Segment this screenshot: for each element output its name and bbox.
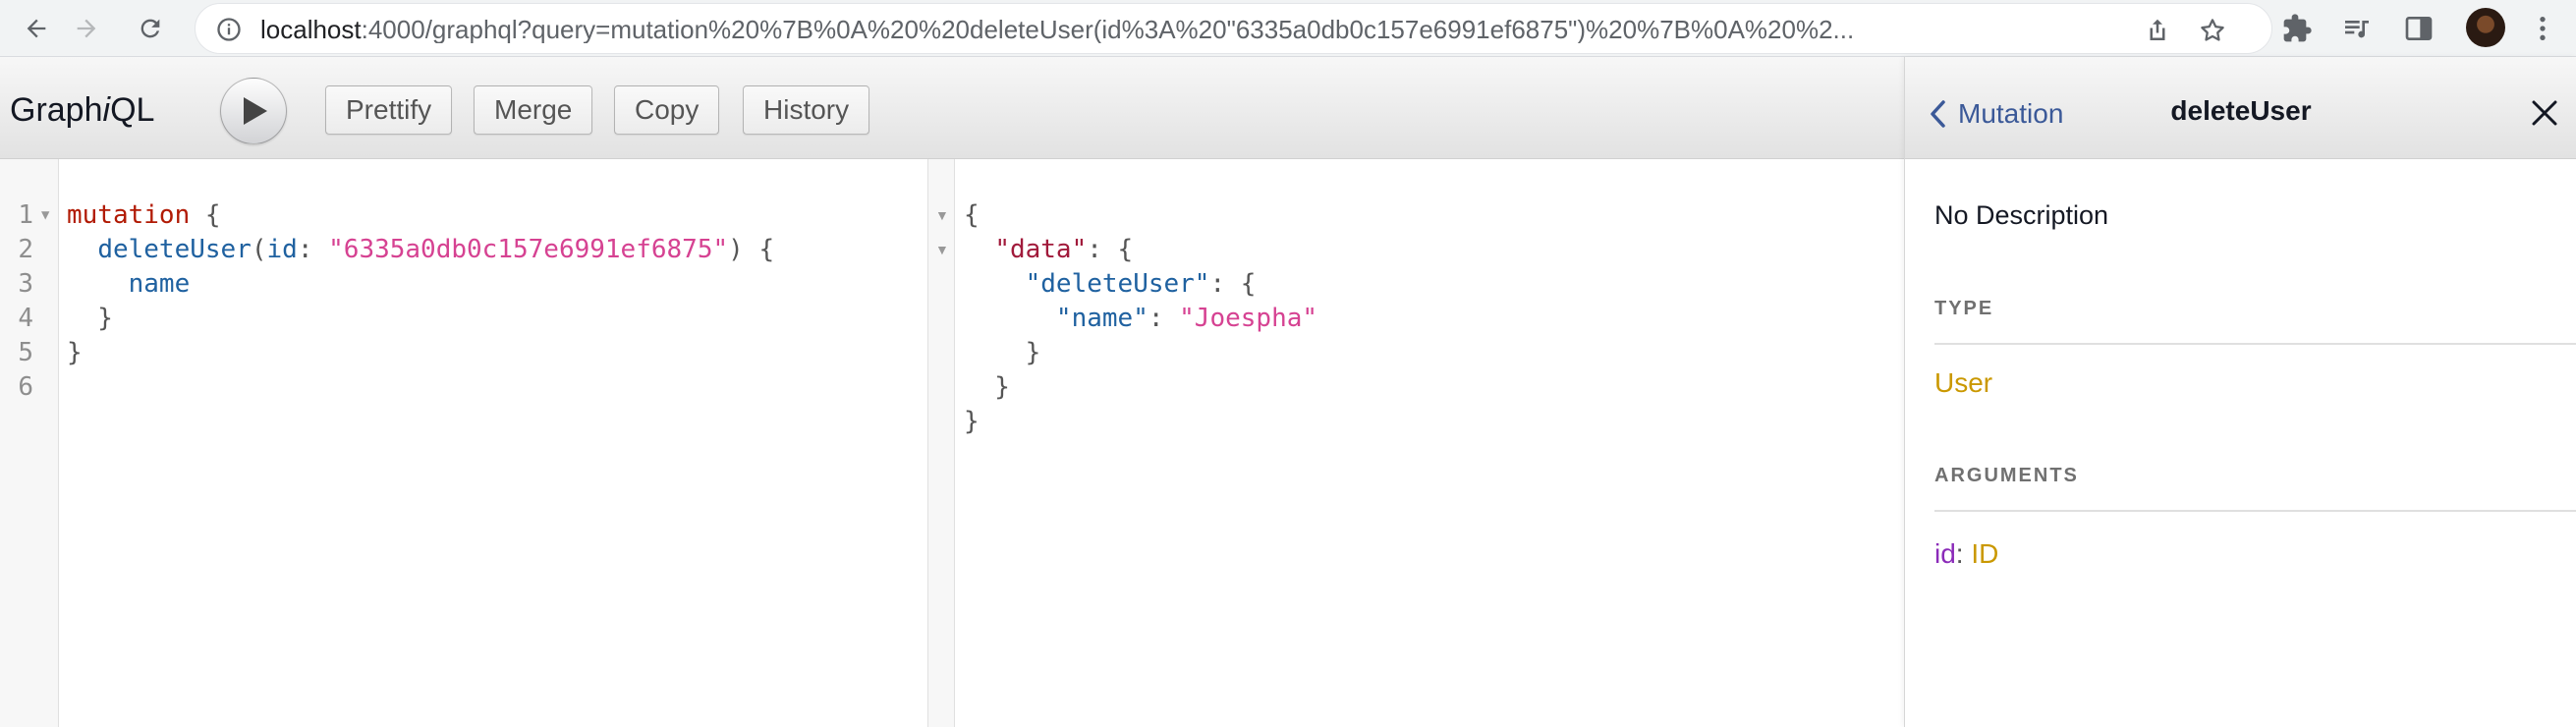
forward-arrow-icon	[77, 19, 96, 38]
fold-arrow-icon[interactable]: ▼	[935, 233, 949, 267]
line-number: 1	[18, 200, 33, 230]
graphiql-logo: GraphiQL	[10, 90, 154, 130]
result-line-3: "deleteUser": {	[1025, 269, 1257, 299]
query-line-2: deleteUser(id: "6335a0db0c157e6991ef6875…	[97, 235, 775, 264]
url-host: localhost	[260, 16, 362, 43]
fold-arrow-icon[interactable]: ▼	[935, 198, 949, 233]
argument-entry: id: ID	[1934, 538, 1999, 569]
line-number: 5	[18, 338, 33, 367]
result-line-7: }	[964, 407, 980, 436]
query-line-5: }	[67, 338, 83, 367]
reload-button[interactable]	[131, 9, 170, 48]
query-line-3: name	[67, 267, 191, 302]
argument-type-link[interactable]: ID	[1971, 538, 1998, 569]
result-field-key: "deleteUser"	[1025, 269, 1210, 299]
result-name-key: "name"	[1055, 304, 1148, 333]
docs-explorer: Mutation deleteUser No Description TYPE …	[1904, 57, 2576, 727]
arguments-section-heading: ARGUMENTS	[1934, 465, 2079, 486]
forward-button[interactable]	[67, 9, 106, 48]
line-number: 3	[18, 269, 33, 299]
url-path: :4000/graphql?query=mutation%20%7B%0A%20…	[361, 16, 1855, 43]
argument-value: "6335a0db0c157e6991ef6875"	[328, 235, 729, 264]
argument-name: id	[266, 235, 298, 264]
field-description: No Description	[1934, 200, 2109, 230]
line-number: 4	[18, 304, 33, 333]
logo-text-prefix: Graph	[10, 91, 103, 129]
line-number: 2	[18, 235, 33, 264]
close-icon[interactable]	[2530, 98, 2559, 128]
docs-title: deleteUser	[2170, 95, 2312, 126]
query-line-1: mutation {	[67, 200, 221, 230]
result-name-value: "Joespha"	[1179, 304, 1318, 333]
result-line-5: }	[964, 338, 1041, 367]
result-line-1: {	[964, 200, 980, 230]
extensions-icon[interactable]	[2281, 13, 2313, 44]
history-button[interactable]: History	[743, 85, 870, 135]
side-panel-icon[interactable]	[2403, 13, 2435, 44]
divider	[1934, 510, 2576, 512]
graphiql-toolbar: GraphiQL Prettify Merge Copy History	[0, 57, 1904, 159]
bookmark-star-icon[interactable]	[2198, 16, 2227, 45]
query-editor[interactable]: 1 2 3 4 5 6 ▼ mutation { deleteUser(id: …	[0, 159, 928, 727]
result-line-4: "name": "Joespha"	[1055, 304, 1318, 333]
result-line-6: }	[964, 372, 1010, 402]
logo-text-i: i	[102, 91, 111, 129]
query-line-4: }	[67, 304, 113, 333]
prettify-button[interactable]: Prettify	[325, 85, 453, 135]
url-text[interactable]: localhost:4000/graphql?query=mutation%20…	[260, 16, 2206, 43]
type-section-heading: TYPE	[1934, 298, 1994, 319]
docs-header: Mutation deleteUser	[1905, 57, 2576, 159]
site-info-icon[interactable]	[215, 16, 243, 43]
address-bar[interactable]: localhost:4000/graphql?query=mutation%20…	[195, 3, 2272, 54]
share-icon[interactable]	[2143, 16, 2172, 45]
back-arrow-icon	[27, 19, 46, 38]
result-gutter: ▼ ▼	[928, 159, 955, 727]
selection-name: name	[128, 269, 191, 299]
argument-name-label: id	[1934, 538, 1956, 569]
divider	[1934, 343, 2576, 345]
line-number: 6	[18, 372, 33, 402]
field-deleteUser: deleteUser	[97, 235, 252, 264]
back-button[interactable]	[17, 9, 56, 48]
logo-text-suffix: QL	[110, 91, 155, 129]
result-data-key: "data"	[994, 235, 1088, 264]
copy-button[interactable]: Copy	[614, 85, 720, 135]
media-control-icon[interactable]	[2341, 13, 2373, 44]
fold-arrow-icon[interactable]: ▼	[41, 198, 49, 233]
merge-button[interactable]: Merge	[474, 85, 593, 135]
keyword-mutation: mutation	[67, 200, 191, 230]
reload-icon	[140, 19, 160, 38]
menu-dots-icon[interactable]	[2527, 13, 2558, 44]
return-type-link[interactable]: User	[1934, 367, 1992, 399]
result-line-2: "data": {	[994, 235, 1134, 264]
avatar[interactable]	[2466, 8, 2505, 47]
play-icon	[244, 97, 267, 125]
result-viewer[interactable]: { "data": { "deleteUser": { "name": "Joe…	[955, 159, 1904, 727]
execute-query-button[interactable]	[220, 78, 287, 144]
browser-toolbar: localhost:4000/graphql?query=mutation%20…	[0, 0, 2576, 57]
